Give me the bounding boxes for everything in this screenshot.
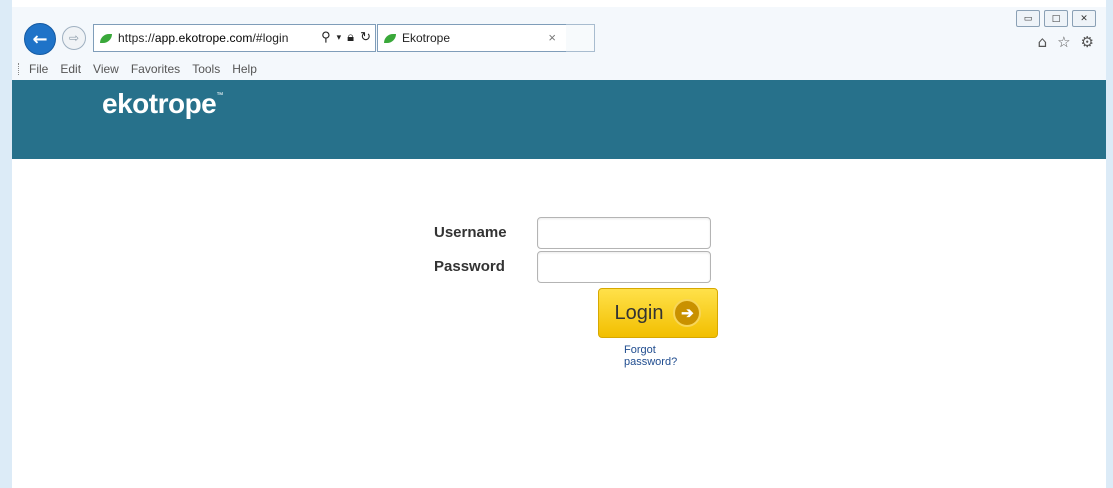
forward-arrow-icon[interactable]: ⇨ [62, 26, 86, 50]
site-favicon-icon [100, 33, 112, 43]
username-input[interactable] [537, 217, 711, 249]
window-left-edge [0, 0, 12, 488]
close-tab-icon[interactable]: × [548, 30, 556, 45]
new-tab-button[interactable] [566, 24, 595, 52]
window-controls: ▭ □ ✕ [1016, 10, 1096, 27]
menu-view[interactable]: View [93, 62, 119, 76]
login-button[interactable]: Login ➔ [598, 288, 718, 338]
menu-bar: File Edit View Favorites Tools Help [12, 59, 1112, 79]
menu-edit[interactable]: Edit [60, 62, 81, 76]
refresh-icon[interactable]: ↻ [360, 29, 371, 45]
toolbar-icons: ⌂ ☆ ⚙ [1038, 33, 1094, 51]
lock-icon[interactable]: 🔒︎ [347, 29, 354, 45]
close-window-button[interactable]: ✕ [1072, 10, 1096, 27]
home-icon[interactable]: ⌂ [1038, 33, 1048, 51]
menu-favorites[interactable]: Favorites [131, 62, 180, 76]
password-input[interactable] [537, 251, 711, 283]
dropdown-icon[interactable]: ▾ [337, 29, 342, 45]
minimize-button[interactable]: ▭ [1016, 10, 1040, 27]
login-button-label: Login [614, 301, 664, 324]
menu-file[interactable]: File [29, 62, 48, 76]
menu-help[interactable]: Help [232, 62, 257, 76]
arrow-right-icon: ➔ [673, 299, 702, 327]
maximize-button[interactable]: □ [1044, 10, 1068, 27]
username-label: Username [434, 224, 507, 241]
star-icon[interactable]: ☆ [1057, 33, 1070, 51]
tab-favicon-icon [384, 33, 396, 43]
ekotrope-logo[interactable]: ekotrope™ [102, 88, 223, 120]
gear-icon[interactable]: ⚙ [1081, 33, 1094, 51]
address-bar-icons: ⚲ ▾ 🔒︎ ↻ [321, 29, 371, 45]
site-header: ekotrope™ [12, 80, 1106, 159]
search-icon[interactable]: ⚲ [321, 29, 331, 45]
back-arrow-icon[interactable]: ← [24, 23, 56, 55]
menu-grip [18, 63, 21, 75]
window-top-edge [0, 0, 1113, 7]
menu-tools[interactable]: Tools [192, 62, 220, 76]
tab-title: Ekotrope [402, 31, 451, 45]
url-text: https://app.ekotrope.com/#login [118, 31, 289, 45]
password-label: Password [434, 258, 505, 275]
forgot-password-link[interactable]: Forgot password? [624, 344, 677, 368]
tab-ekotrope[interactable]: Ekotrope × [377, 24, 567, 52]
address-bar[interactable]: https://app.ekotrope.com/#login ⚲ ▾ 🔒︎ ↻ [93, 24, 376, 52]
